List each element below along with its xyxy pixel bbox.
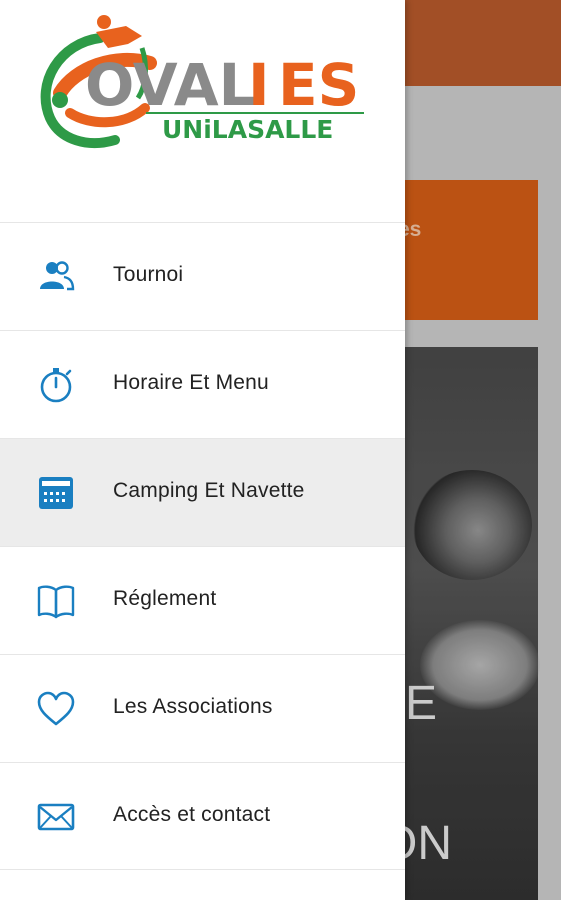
logo-subline: UNiLASALLE	[162, 115, 333, 144]
menu-item-tournoi[interactable]: Tournoi	[0, 222, 405, 330]
menu-item-label: Accès et contact	[113, 803, 271, 826]
users-icon	[36, 257, 76, 297]
envelope-icon	[36, 797, 76, 837]
logo-wordmark-i: I	[248, 51, 270, 119]
book-icon	[36, 581, 76, 621]
menu-item-label: Réglement	[113, 587, 217, 610]
menu-item-les-associations[interactable]: Les Associations	[0, 654, 405, 762]
menu-item-label: Les Associations	[113, 695, 273, 718]
menu-item-label: Horaire Et Menu	[113, 371, 269, 394]
menu-item-label: Tournoi	[113, 263, 184, 286]
menu-item-acces-et-contact[interactable]: Accès et contact	[0, 762, 405, 870]
logo-wordmark-es: ES	[278, 51, 359, 119]
drawer-header: OVAL ES I UNiLASALLE	[0, 0, 405, 222]
calendar-icon	[36, 473, 76, 513]
ovalies-logo: OVAL ES I UNiLASALLE	[40, 15, 370, 148]
stopwatch-icon	[36, 365, 76, 405]
navigation-drawer: OVAL ES I UNiLASALLE Tournoi Horaire Et …	[0, 0, 405, 900]
heart-icon	[36, 689, 76, 729]
menu-item-label: Camping Et Navette	[113, 479, 305, 502]
logo-wordmark-ovali: OVAL	[85, 51, 256, 119]
drawer-menu: Tournoi Horaire Et Menu Camping Et Navet…	[0, 222, 405, 870]
menu-item-horaire-et-menu[interactable]: Horaire Et Menu	[0, 330, 405, 438]
menu-item-reglement[interactable]: Réglement	[0, 546, 405, 654]
menu-item-camping-et-navette[interactable]: Camping Et Navette	[0, 438, 405, 546]
